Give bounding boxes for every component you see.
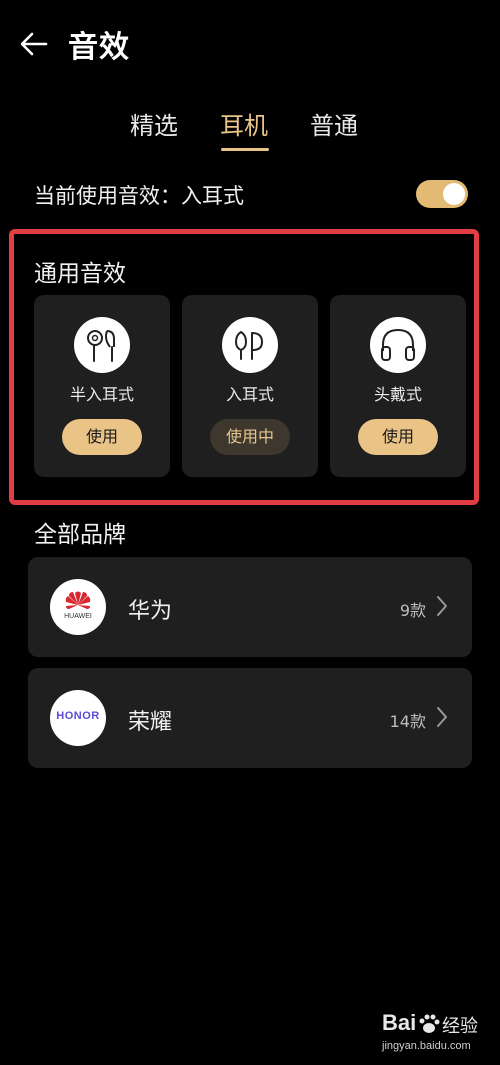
huawei-logo: HUAWEI — [50, 579, 106, 635]
semi-in-ear-earbuds-icon — [74, 317, 130, 373]
honor-logo-text: HONOR — [56, 710, 100, 722]
over-ear-headphones-icon — [370, 317, 426, 373]
brand-row-huawei[interactable]: HUAWEI 华为 9款 — [28, 557, 472, 657]
effect-label: 半入耳式 — [69, 385, 134, 404]
brand-name: 荣耀 — [128, 710, 173, 735]
chevron-right-icon — [436, 706, 448, 728]
brand-count: 9款 — [399, 601, 426, 620]
brand-name: 华为 — [128, 599, 173, 624]
effect-label: 头戴式 — [373, 385, 422, 404]
baidu-jingyan-watermark: Bai 经验 jingyan.baidu.com — [382, 1010, 494, 1058]
general-effects-title: 通用音效 — [34, 261, 126, 287]
use-button[interactable]: 使用 — [358, 419, 438, 455]
use-button[interactable]: 使用 — [62, 419, 142, 455]
effect-card-over-ear[interactable]: 头戴式 使用 — [330, 295, 466, 477]
paw-icon — [419, 1014, 440, 1033]
watermark-logo-text: Bai — [382, 1010, 417, 1035]
honor-logo: HONOR — [50, 690, 106, 746]
in-use-button[interactable]: 使用中 — [210, 419, 290, 455]
brand-row-honor[interactable]: HONOR 荣耀 14款 — [28, 668, 472, 768]
sound-effect-toggle[interactable] — [416, 180, 468, 208]
in-ear-earbuds-icon — [222, 317, 278, 373]
tab-bar: 精选 耳机 普通 — [0, 106, 500, 156]
page-title: 音效 — [68, 30, 130, 65]
active-tab-indicator — [221, 148, 269, 151]
back-arrow-icon[interactable] — [18, 28, 50, 60]
watermark-url: jingyan.baidu.com — [382, 1040, 471, 1052]
effect-label: 入耳式 — [225, 385, 274, 404]
current-effect-label: 当前使用音效：入耳式 — [34, 184, 244, 208]
effect-card-semi-in-ear[interactable]: 半入耳式 使用 — [34, 295, 170, 477]
tab-featured[interactable]: 精选 — [130, 106, 178, 141]
watermark-logo-text2: 经验 — [442, 1016, 478, 1037]
huawei-logo-text: HUAWEI — [64, 613, 92, 620]
chevron-right-icon — [436, 595, 448, 617]
all-brands-title: 全部品牌 — [34, 522, 126, 548]
tab-normal[interactable]: 普通 — [310, 106, 358, 141]
effect-card-in-ear[interactable]: 入耳式 使用中 — [182, 295, 318, 477]
brand-count: 14款 — [389, 712, 426, 731]
tab-earphones[interactable]: 耳机 — [220, 106, 268, 141]
toggle-knob — [443, 183, 465, 205]
